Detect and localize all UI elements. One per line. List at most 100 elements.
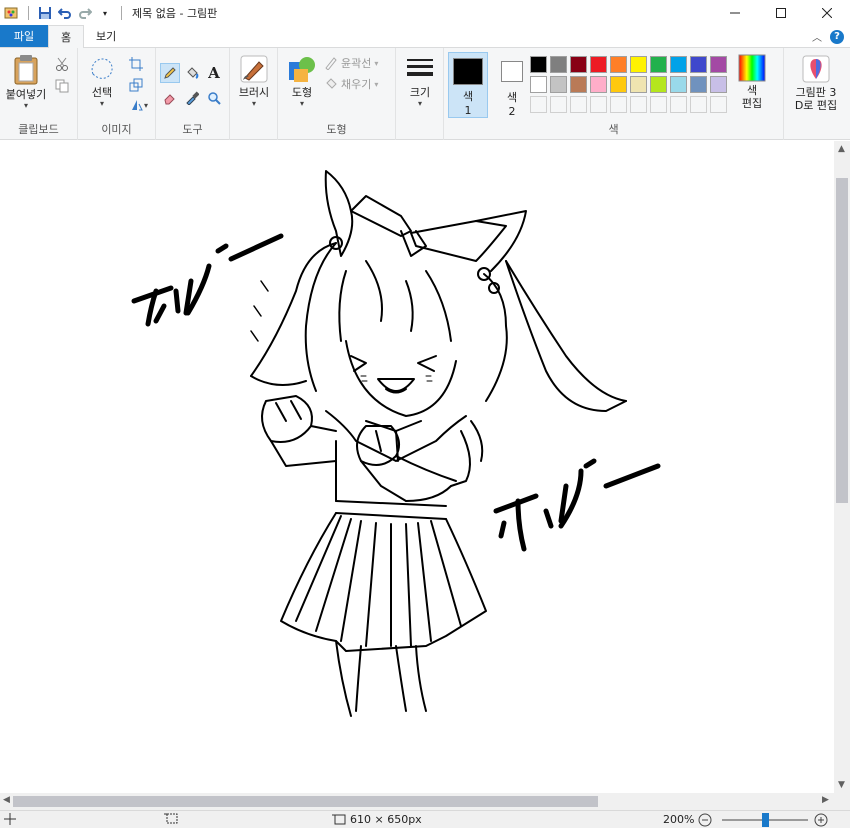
select-button[interactable]: 선택 ▾	[82, 54, 122, 108]
shapes-group-label: 도형	[326, 123, 347, 136]
palette-swatch[interactable]	[590, 76, 607, 93]
palette-swatch[interactable]	[570, 56, 587, 73]
paint-window: ▾ 제목 없음 - 그림판 파일 홈 보기 ︿ ? 붙여넣기 ▾ 클립보드 선택…	[0, 0, 850, 828]
horizontal-scroll-thumb[interactable]	[13, 796, 598, 807]
edit-with-paint3d-button[interactable]: 그림판 3 D로 편집	[786, 54, 846, 112]
shapes-group: 도형 ▾ 윤곽선 ▾ 채우기 ▾ 도형	[278, 48, 396, 140]
window-controls	[712, 0, 850, 26]
canvas-area	[0, 141, 834, 793]
cursor-position-icon	[4, 813, 16, 825]
palette-empty-swatch[interactable]	[650, 96, 667, 113]
palette-swatch[interactable]	[630, 76, 647, 93]
zoom-level: 200%	[663, 813, 694, 826]
redo-icon[interactable]	[77, 5, 93, 21]
palette-swatch[interactable]	[670, 56, 687, 73]
palette-swatch[interactable]	[710, 56, 727, 73]
palette-swatch[interactable]	[570, 76, 587, 93]
magnifier-icon[interactable]	[204, 88, 224, 108]
image-group: 선택 ▾ ▾ 이미지	[78, 48, 156, 140]
vertical-scrollbar[interactable]: ▲ ▼	[834, 141, 850, 793]
palette-swatch[interactable]	[530, 76, 547, 93]
ribbon: 붙여넣기 ▾ 클립보드 선택 ▾ ▾ 이미지 A 도구 브러시 ▾ 도형 ▾ 윤…	[0, 48, 850, 140]
rotate-icon[interactable]: ▾	[126, 95, 152, 115]
size-group: 크기 ▾	[396, 48, 444, 140]
scribble-text-left	[131, 233, 284, 327]
scroll-down-icon[interactable]: ▼	[838, 780, 845, 790]
palette-swatch[interactable]	[690, 56, 707, 73]
outline-button[interactable]: 윤곽선 ▾	[324, 55, 378, 71]
palette-swatch[interactable]	[670, 76, 687, 93]
maximize-button[interactable]	[758, 0, 804, 26]
brushes-button[interactable]: 브러시 ▾	[234, 54, 274, 108]
undo-icon[interactable]	[57, 5, 73, 21]
image-size: 610 × 650px	[332, 813, 422, 826]
tab-file[interactable]: 파일	[0, 25, 48, 47]
crop-icon[interactable]	[126, 54, 146, 74]
scroll-up-icon[interactable]: ▲	[838, 144, 845, 154]
tab-home[interactable]: 홈	[48, 25, 84, 48]
palette-empty-swatch[interactable]	[550, 96, 567, 113]
drawing-canvas[interactable]	[6, 141, 834, 793]
palette-swatch[interactable]	[630, 56, 647, 73]
palette-swatch[interactable]	[550, 76, 567, 93]
save-icon[interactable]	[37, 5, 53, 21]
clipboard-group: 붙여넣기 ▾ 클립보드	[0, 48, 78, 140]
paint-app-icon[interactable]	[4, 5, 20, 21]
palette-empty-swatch[interactable]	[630, 96, 647, 113]
palette-swatch[interactable]	[610, 56, 627, 73]
palette-empty-swatch[interactable]	[690, 96, 707, 113]
pencil-icon[interactable]	[160, 63, 180, 83]
palette-swatch[interactable]	[710, 76, 727, 93]
close-button[interactable]	[804, 0, 850, 26]
palette-empty-swatch[interactable]	[590, 96, 607, 113]
fill-bucket-icon[interactable]	[182, 63, 202, 83]
help-icon[interactable]: ?	[830, 29, 844, 44]
palette-swatch[interactable]	[690, 76, 707, 93]
palette-swatch[interactable]	[650, 56, 667, 73]
shapes-button[interactable]: 도형 ▾	[282, 54, 322, 108]
scribble-text-right	[493, 458, 661, 552]
fill-icon	[326, 78, 337, 89]
color1-button[interactable]: 색 1	[448, 52, 488, 118]
palette-empty-swatch[interactable]	[610, 96, 627, 113]
customize-qat-icon[interactable]: ▾	[97, 5, 113, 21]
line-size-icon	[407, 59, 433, 76]
vertical-scroll-thumb[interactable]	[836, 178, 848, 503]
minimize-button[interactable]	[712, 0, 758, 26]
horizontal-scrollbar[interactable]: ◀ ▶	[0, 793, 850, 810]
shapes-icon	[289, 57, 315, 82]
palette-empty-swatch[interactable]	[530, 96, 547, 113]
cut-icon[interactable]	[52, 54, 72, 74]
collapse-ribbon-icon[interactable]: ︿	[812, 29, 822, 44]
palette-empty-swatch[interactable]	[710, 96, 727, 113]
palette-swatch[interactable]	[650, 76, 667, 93]
image-group-label: 이미지	[101, 123, 132, 136]
scroll-left-icon[interactable]: ◀	[3, 795, 10, 805]
zoom-slider-thumb[interactable]	[762, 813, 769, 827]
color2-button[interactable]: 색 2	[492, 52, 532, 118]
palette-swatch[interactable]	[610, 76, 627, 93]
copy-icon[interactable]	[52, 76, 72, 96]
palette-empty-swatch[interactable]	[670, 96, 687, 113]
tab-view[interactable]: 보기	[84, 25, 128, 47]
palette-empty-swatch[interactable]	[570, 96, 587, 113]
color-picker-icon[interactable]	[182, 88, 202, 108]
zoom-out-button[interactable]	[698, 813, 712, 827]
palette-swatch[interactable]	[550, 56, 567, 73]
resize-icon[interactable]	[126, 75, 146, 95]
size-button[interactable]: 크기 ▾	[400, 54, 440, 108]
scroll-right-icon[interactable]: ▶	[822, 795, 829, 805]
selection-size	[164, 813, 178, 825]
palette-swatch[interactable]	[590, 56, 607, 73]
brush-icon	[240, 55, 268, 83]
eraser-icon[interactable]	[160, 88, 180, 108]
palette-swatch[interactable]	[530, 56, 547, 73]
window-title: 제목 없음 - 그림판	[132, 7, 218, 20]
zoom-in-button[interactable]	[814, 813, 828, 827]
fill-button[interactable]: 채우기 ▾	[324, 76, 378, 92]
quick-access-toolbar: ▾ 제목 없음 - 그림판	[0, 5, 217, 21]
title-bar: ▾ 제목 없음 - 그림판	[0, 0, 850, 26]
text-tool-icon[interactable]: A	[204, 63, 224, 83]
paste-button[interactable]: 붙여넣기 ▾	[2, 54, 50, 110]
edit-colors-button[interactable]: 색 편집	[732, 54, 772, 110]
